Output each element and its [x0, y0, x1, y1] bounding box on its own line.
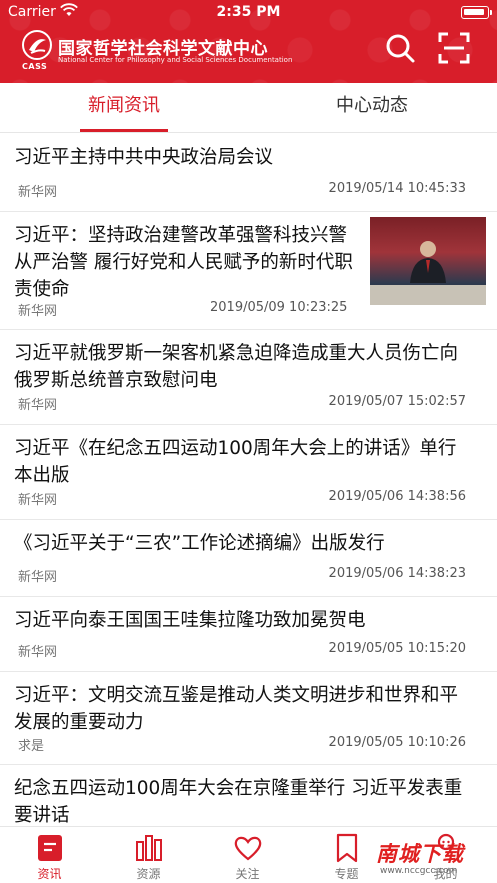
news-source: 新华网: [18, 304, 58, 319]
tabbar-label: 资讯: [37, 867, 62, 881]
news-item[interactable]: 《习近平关于“三农”工作论述摘编》出版发行 新华网 2019/05/06 14:…: [0, 520, 497, 597]
brand-subtitle: National Center for Philosophy and Socia…: [58, 56, 293, 64]
news-title: 习近平就俄罗斯一架客机紧急迫降造成重大人员伤亡向俄罗斯总统普京致慰问电: [14, 343, 459, 391]
news-item[interactable]: 习近平：文明交流互鉴是推动人类文明进步和世界和平发展的重要动力 求是 2019/…: [0, 672, 497, 765]
desk: [370, 285, 486, 305]
tab-news[interactable]: 新闻资讯: [0, 83, 248, 133]
books-icon: [135, 835, 162, 861]
segment-tabs: 新闻资讯 中心动态: [0, 83, 497, 133]
tabbar-label: 资源: [136, 867, 161, 881]
tabbar-item-news[interactable]: 资讯: [0, 831, 99, 883]
news-time: 2019/05/14 10:45:33: [328, 181, 466, 196]
news-title: 纪念五四运动100周年大会在京隆重举行 习近平发表重要讲话: [14, 778, 463, 826]
news-time: 2019/05/06 14:38:23: [328, 566, 466, 581]
news-time: 2019/05/09 10:23:25: [210, 300, 348, 315]
news-thumbnail[interactable]: [370, 217, 486, 305]
status-bar: Carrier 2:35 PM: [0, 0, 497, 26]
news-source: 新华网: [18, 645, 58, 660]
news-time: 2019/05/07 15:02:57: [328, 394, 466, 409]
cass-logo-icon: [22, 30, 52, 60]
news-item[interactable]: 习近平主持中共中央政治局会议 新华网 2019/05/14 10:45:33: [0, 134, 497, 212]
battery-icon: [461, 6, 492, 19]
tab-news-label: 新闻资讯: [88, 95, 160, 116]
news-source: 求是: [18, 739, 45, 754]
news-time: 2019/05/06 14:38:56: [328, 489, 466, 504]
news-title: 《习近平关于“三农”工作论述摘编》出版发行: [14, 533, 385, 554]
news-item[interactable]: 习近平《在纪念五四运动100周年大会上的讲话》单行本出版 新华网 2019/05…: [0, 425, 497, 520]
news-time: 2019/05/05 10:15:20: [328, 641, 466, 656]
news-item[interactable]: 习近平向泰王国国王哇集拉隆功致加冕贺电 新华网 2019/05/05 10:15…: [0, 597, 497, 672]
news-time: 2019/05/05 10:10:26: [328, 735, 466, 750]
news-title: 习近平：文明交流互鉴是推动人类文明进步和世界和平发展的重要动力: [14, 685, 459, 733]
watermark-url: www.nccgcc.com: [380, 866, 458, 876]
news-item[interactable]: 纪念五四运动100周年大会在京隆重举行 习近平发表重要讲话: [0, 765, 497, 826]
news-source: 新华网: [18, 398, 58, 413]
heart-icon: [234, 836, 261, 861]
news-list: 习近平主持中共中央政治局会议 新华网 2019/05/14 10:45:33 习…: [0, 134, 497, 826]
tabbar-label: 关注: [235, 867, 260, 881]
app-header: Carrier 2:35 PM CASS 国家哲学社会科学文献中心 Nation…: [0, 0, 497, 83]
status-time: 2:35 PM: [216, 4, 281, 20]
tab-center-updates[interactable]: 中心动态: [248, 83, 496, 133]
search-icon[interactable]: [384, 32, 416, 64]
news-title: 习近平《在纪念五四运动100周年大会上的讲话》单行本出版: [14, 438, 457, 486]
tabbar-item-follow[interactable]: 关注: [198, 831, 297, 883]
active-tab-indicator: [80, 129, 168, 132]
speaker-photo: [410, 241, 446, 283]
scan-icon[interactable]: [438, 32, 470, 64]
watermark: 南城下载 www.nccgcc.com: [370, 838, 492, 880]
news-icon: [37, 835, 62, 861]
news-source: 新华网: [18, 493, 58, 508]
bookmark-icon: [336, 833, 357, 863]
news-title: 习近平：坚持政治建警改革强警科技兴警从严治警 履行好党和人民赋予的新时代职责使命: [14, 225, 353, 300]
tab-center-updates-label: 中心动态: [336, 95, 408, 116]
news-title: 习近平主持中共中央政治局会议: [14, 147, 274, 168]
news-source: 新华网: [18, 185, 58, 200]
watermark-text: 南城下载: [376, 842, 464, 866]
news-source: 新华网: [18, 570, 58, 585]
logo-text: CASS: [22, 62, 48, 71]
news-item[interactable]: 习近平就俄罗斯一架客机紧急迫降造成重大人员伤亡向俄罗斯总统普京致慰问电 新华网 …: [0, 330, 497, 425]
tabbar-item-resources[interactable]: 资源: [99, 831, 198, 883]
news-title: 习近平向泰王国国王哇集拉隆功致加冕贺电: [14, 610, 366, 631]
